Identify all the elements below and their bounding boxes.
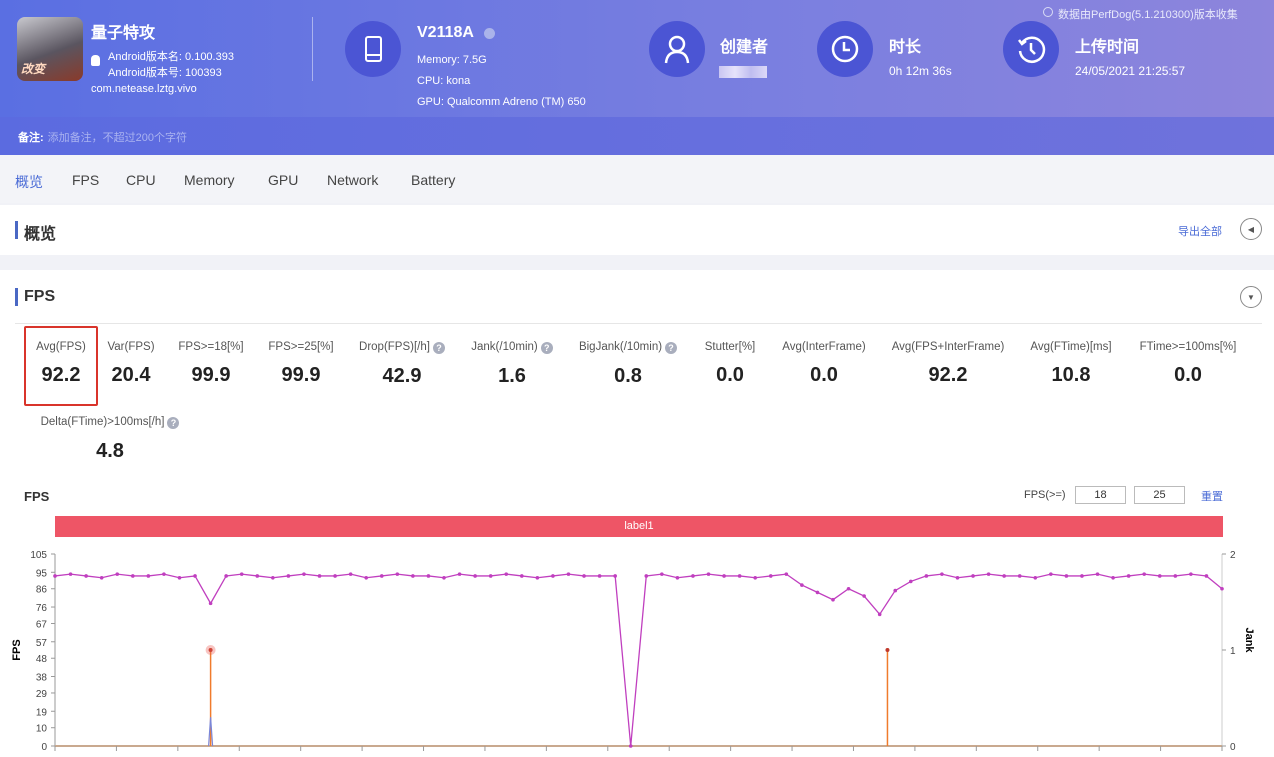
- metric-label: Delta(FTime)>100ms[/h]?: [30, 416, 190, 429]
- history-icon: [1003, 21, 1059, 77]
- metric-label: FTime>=100ms[%]: [1139, 341, 1237, 353]
- label-bar[interactable]: label1: [55, 516, 1223, 537]
- metric-11: FTime>=100ms[%] 0.0: [1108, 341, 1268, 387]
- app-icon: 改变: [17, 17, 83, 81]
- app-version-name: Android版本名: 0.100.393: [108, 51, 234, 63]
- reset-link[interactable]: 重置: [1201, 488, 1223, 504]
- metric-value: 0.0: [1174, 364, 1202, 386]
- device-cpu: CPU: kona: [417, 75, 471, 87]
- clock-icon: [817, 21, 873, 77]
- note-input[interactable]: 添加备注，不超过200个字符: [48, 132, 187, 144]
- note-label: 备注:: [18, 132, 44, 144]
- tab-bar: 概览 FPS CPU Memory GPU Network Battery: [0, 155, 1274, 203]
- threshold-input-1[interactable]: 18: [1075, 486, 1126, 504]
- duration-label: 时长: [889, 39, 922, 56]
- app-name: 量子特攻: [91, 25, 156, 42]
- divider: [312, 17, 313, 81]
- export-all-link[interactable]: 导出全部: [1178, 223, 1222, 239]
- collapse-left-button[interactable]: ◀: [1240, 218, 1262, 240]
- tab-memory[interactable]: Memory: [184, 172, 235, 188]
- device-model: V2118A: [417, 24, 474, 41]
- threshold-input-2[interactable]: 25: [1134, 486, 1185, 504]
- overview-panel: 概览 导出全部 ◀: [0, 205, 1274, 255]
- note-bar[interactable]: 备注: 添加备注，不超过200个字符: [0, 117, 1274, 155]
- collected-by: 数据由PerfDog(5.1.210300)版本收集: [1058, 9, 1238, 21]
- chart-title: FPS: [24, 489, 50, 504]
- app-package: com.netease.lztg.vivo: [91, 83, 197, 95]
- threshold-label: FPS(>=): [1024, 489, 1066, 501]
- user-icon: [649, 21, 705, 77]
- device-memory: Memory: 7.5G: [417, 54, 487, 66]
- tab-gpu[interactable]: GPU: [268, 172, 298, 188]
- upload-label: 上传时间: [1075, 39, 1140, 56]
- section-marker: [15, 288, 18, 306]
- report-header: 改变 量子特攻 Android版本名: 0.100.393 Android版本号…: [0, 0, 1274, 117]
- phone-icon: [345, 21, 401, 77]
- android-icon: [91, 55, 100, 66]
- creator-value-blurred: [719, 66, 767, 78]
- tab-fps[interactable]: FPS: [72, 172, 99, 188]
- duration-value: 0h 12m 36s: [889, 64, 952, 78]
- device-gpu: GPU: Qualcomm Adreno (TM) 650: [417, 96, 586, 108]
- app-version-code: Android版本号: 100393: [108, 67, 222, 79]
- overview-title: 概览: [24, 226, 57, 243]
- help-icon[interactable]: ?: [167, 417, 180, 429]
- upload-value: 24/05/2021 21:25:57: [1075, 64, 1186, 78]
- creator-label: 创建者: [720, 39, 769, 56]
- section-marker: [15, 221, 18, 239]
- info-circle-icon: [1043, 7, 1053, 17]
- tab-cpu[interactable]: CPU: [126, 172, 156, 188]
- divider: [15, 323, 1262, 324]
- app-icon-text: 改变: [21, 62, 46, 76]
- info-icon[interactable]: [484, 28, 495, 39]
- tab-overview[interactable]: 概览: [15, 172, 43, 192]
- metric-12: Delta(FTime)>100ms[/h]? 4.8: [30, 416, 190, 463]
- fps-section-title: FPS: [24, 288, 56, 305]
- tab-network[interactable]: Network: [327, 172, 378, 188]
- collapse-down-button[interactable]: ▼: [1240, 286, 1262, 308]
- metric-value: 4.8: [96, 440, 124, 462]
- tab-battery[interactable]: Battery: [411, 172, 455, 188]
